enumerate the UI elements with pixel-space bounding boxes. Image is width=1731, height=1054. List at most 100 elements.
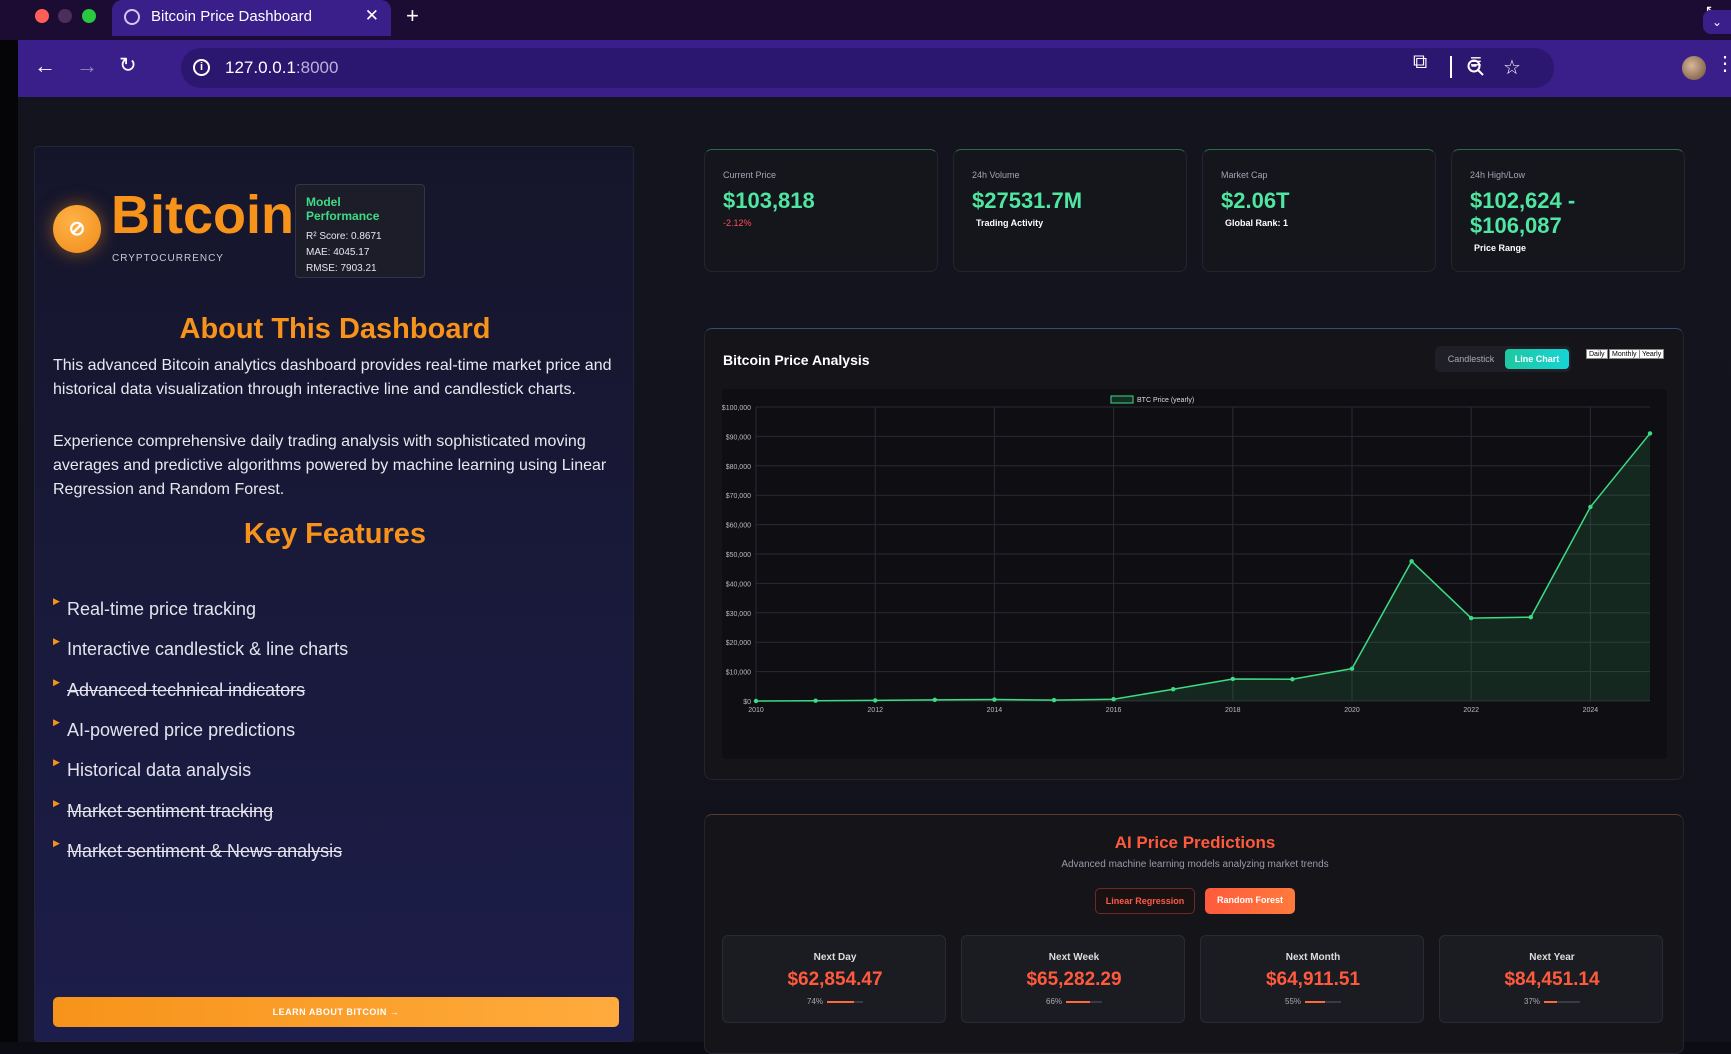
confidence-bar-fill (1305, 1001, 1325, 1003)
series-area (756, 433, 1650, 701)
feature-label: Interactive candlestick & line charts (67, 639, 349, 660)
browser-toolbar: ← → ↻ i 127.0.0.1:8000 ☆ ⧉ ≡ ⋮ (18, 40, 1731, 97)
stat-sub: Price Range (1474, 243, 1527, 253)
y-tick-label: $70,000 (726, 493, 751, 500)
predictions-title: AI Price Predictions (1114, 833, 1276, 852)
back-arrow-icon[interactable]: ← (34, 53, 56, 79)
price-change: -2.12% (723, 218, 752, 228)
data-point (1171, 687, 1176, 692)
price-chart-panel: Bitcoin Price Analysis Candlestick Line … (704, 328, 1684, 780)
x-tick-label: 2024 (1583, 707, 1599, 714)
mae-value: MAE: 4045.17 (306, 247, 370, 258)
chart-plot-area: $0 $10,000 $20,000 $30,000 $40,000 $50,000 $60… (722, 389, 1667, 759)
prediction-horizon: Next Month (1285, 952, 1341, 963)
new-tab-icon[interactable]: + (406, 3, 419, 29)
address-bar[interactable]: i 127.0.0.1:8000 ☆ (181, 48, 1554, 88)
browser-tab-bar: Bitcoin Price Dashboard ✕ + ↖ ⌄ (0, 0, 1731, 40)
confidence-bar (1544, 1001, 1580, 1003)
prediction-value: $62,854.47 (787, 969, 883, 990)
stat-sub: Trading Activity (976, 218, 1044, 228)
prediction-card: Next Year $84,451.14 37% (1439, 935, 1663, 1023)
data-point (1290, 677, 1295, 682)
feature-label: Market sentiment tracking (67, 800, 274, 821)
confidence-percent: 55% (1285, 997, 1302, 1006)
prediction-horizon: Next Day (813, 952, 857, 963)
prediction-value: $65,282.29 (1026, 969, 1122, 990)
bookmark-star-icon[interactable]: ☆ (1503, 55, 1521, 80)
feature-label: Historical data analysis (67, 760, 252, 781)
data-point (1230, 676, 1235, 682)
confidence-bar (1305, 1001, 1341, 1003)
data-point (1528, 615, 1533, 620)
features-title: Key Features (243, 518, 427, 550)
bullet-icon: ▶ (53, 676, 60, 687)
y-tick-label: $0 (743, 699, 751, 706)
line-chart-toggle-button[interactable]: Line Chart (1505, 349, 1569, 369)
rmse-value: RMSE: 7903.21 (306, 263, 377, 274)
range-yearly-button[interactable]: Yearly (1639, 349, 1665, 359)
site-info-icon[interactable]: i (193, 59, 210, 76)
x-tick-label: 2010 (748, 707, 764, 714)
prediction-card: Next Day $62,854.47 74% (722, 935, 946, 1023)
prediction-horizon: Next Week (1048, 952, 1100, 963)
about-title: About This Dashboard (179, 313, 491, 345)
linear-regression-button[interactable]: Linear Regression (1095, 888, 1195, 914)
stat-value: $27531.7M (972, 188, 1083, 213)
reload-icon[interactable]: ↻ (119, 53, 137, 78)
x-tick-label: 2018 (1225, 707, 1241, 714)
bullet-icon: ▶ (53, 636, 60, 647)
y-tick-label: $30,000 (726, 611, 751, 618)
bullet-icon: ▶ (53, 837, 60, 848)
y-tick-label: $100,000 (722, 405, 751, 412)
predictions-subtitle: Advanced machine learning models analyzi… (1061, 859, 1329, 870)
extensions-icon[interactable]: ⧉ (1413, 51, 1427, 74)
confidence-percent: 37% (1524, 997, 1541, 1006)
learn-about-bitcoin-button[interactable]: LEARN ABOUT BITCOIN → (53, 997, 619, 1027)
tab-search-chevron-icon[interactable]: ⌄ (1703, 10, 1731, 34)
close-window-button[interactable] (35, 9, 49, 23)
data-point (1588, 504, 1593, 510)
legend-label: BTC Price (yearly) (1137, 397, 1194, 404)
data-point (1469, 615, 1474, 621)
forward-arrow-icon[interactable]: → (76, 53, 98, 79)
minimize-window-button[interactable] (58, 9, 72, 23)
bitcoin-logo-icon: ⊘ (53, 205, 101, 253)
menu-kebab-icon[interactable]: ⋮ (1715, 51, 1731, 76)
coin-name: Bitcoin (111, 185, 294, 245)
candlestick-toggle-button[interactable]: Candlestick (1439, 349, 1503, 369)
zoom-window-button[interactable] (82, 9, 96, 23)
x-tick-label: 2020 (1344, 707, 1360, 714)
x-tick-label: 2016 (1106, 707, 1122, 714)
toolbar-divider (1450, 56, 1452, 78)
stat-card-current-price: Current Price $103,818 -2.12% (704, 149, 938, 272)
range-daily-button[interactable]: Daily (1586, 349, 1608, 359)
chart-type-toggle: Candlestick Line Chart (1435, 346, 1571, 372)
y-tick-label: $40,000 (726, 581, 751, 588)
r2-score: R² Score: 0.8671 (306, 231, 382, 242)
stat-card-24h-high-low: 24h High/Low $102,624 - $106,087 Price R… (1451, 149, 1685, 272)
y-tick-label: $60,000 (726, 523, 751, 530)
bullet-icon: ▶ (53, 716, 60, 727)
feature-label: AI-powered price predictions (67, 719, 296, 740)
stat-label: Market Cap (1221, 170, 1268, 180)
page-content: ⊘ Bitcoin CRYPTOCURRENCY Model Performan… (18, 97, 1731, 1054)
model-performance-card: Model Performance R² Score: 0.8671 MAE: … (295, 184, 425, 278)
data-point (1409, 559, 1414, 564)
stat-value: $102,624 - $106,087 (1470, 188, 1576, 238)
tab-title: Bitcoin Price Dashboard (151, 8, 312, 25)
browser-tab[interactable]: Bitcoin Price Dashboard ✕ (112, 0, 391, 36)
data-point (992, 697, 997, 702)
profile-avatar[interactable] (1682, 56, 1706, 80)
random-forest-button[interactable]: Random Forest (1205, 888, 1295, 914)
media-controls-icon[interactable]: ≡ (1470, 51, 1482, 74)
y-tick-label: $50,000 (726, 552, 751, 559)
bullet-icon: ▶ (53, 757, 60, 768)
stat-value: $2.06T (1221, 188, 1290, 213)
close-tab-icon[interactable]: ✕ (365, 6, 379, 26)
data-point (1051, 697, 1057, 703)
url-text[interactable]: 127.0.0.1:8000 (225, 58, 338, 78)
x-tick-label: 2012 (867, 707, 883, 714)
about-paragraph-1: This advanced Bitcoin analytics dashboar… (53, 357, 612, 398)
stat-sub: Global Rank: 1 (1225, 218, 1289, 228)
range-monthly-button[interactable]: Monthly (1609, 349, 1640, 359)
